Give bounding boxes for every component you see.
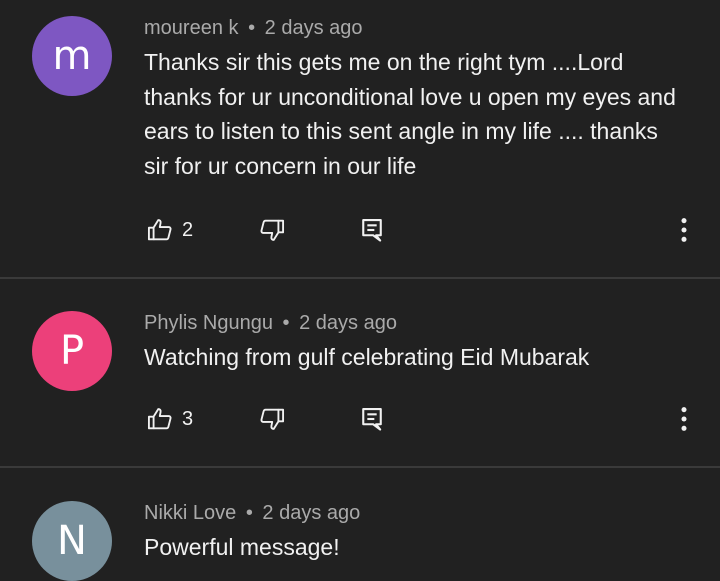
more-vert-icon: [668, 403, 700, 435]
thumb-down-icon: [258, 216, 286, 244]
more-options-button[interactable]: [668, 210, 700, 250]
comment-author[interactable]: Nikki Love: [144, 502, 236, 524]
like-count: 3: [182, 407, 194, 430]
dislike-button[interactable]: [258, 399, 286, 439]
comment-author[interactable]: moureen k: [144, 17, 239, 39]
more-options-button[interactable]: [668, 399, 700, 439]
meta-separator: •: [248, 17, 256, 39]
reply-icon: [358, 405, 386, 433]
avatar[interactable]: m: [32, 16, 112, 96]
comment-meta: Phylis Ngungu • 2 days ago: [144, 312, 397, 335]
like-button[interactable]: 2: [146, 210, 193, 250]
comment-time: 2 days ago: [262, 502, 361, 524]
comment-text: Powerful message!: [144, 534, 340, 560]
comment-time: 2 days ago: [264, 17, 363, 39]
like-button[interactable]: 3: [146, 399, 193, 439]
comment-time: 2 days ago: [299, 312, 397, 334]
more-vert-icon: [668, 214, 700, 246]
reply-button[interactable]: [358, 210, 386, 250]
meta-separator: •: [245, 502, 253, 524]
thumb-up-icon: [146, 216, 174, 244]
avatar-letter: P: [59, 328, 85, 374]
comment-meta: moureen k • 2 days ago: [144, 17, 363, 40]
thumb-up-icon: [146, 405, 174, 433]
comment-text: Watching from gulf celebrating Eid Mubar…: [144, 344, 590, 370]
avatar[interactable]: N: [32, 501, 112, 581]
meta-separator: •: [282, 312, 290, 334]
divider: [0, 277, 720, 279]
comment-actions: 3: [0, 399, 720, 439]
reply-icon: [358, 216, 386, 244]
divider: [0, 466, 720, 468]
dislike-button[interactable]: [258, 210, 286, 250]
comment-actions: 2: [0, 210, 720, 250]
avatar-letter: N: [57, 518, 87, 564]
comment-text: Thanks sir this gets me on the right tym…: [144, 49, 676, 179]
like-count: 2: [182, 218, 194, 241]
avatar[interactable]: P: [32, 311, 112, 391]
reply-button[interactable]: [358, 399, 386, 439]
comment-author[interactable]: Phylis Ngungu: [144, 312, 273, 334]
thumb-down-icon: [258, 405, 286, 433]
avatar-letter: m: [52, 33, 92, 79]
comment-meta: Nikki Love • 2 days ago: [144, 502, 360, 525]
